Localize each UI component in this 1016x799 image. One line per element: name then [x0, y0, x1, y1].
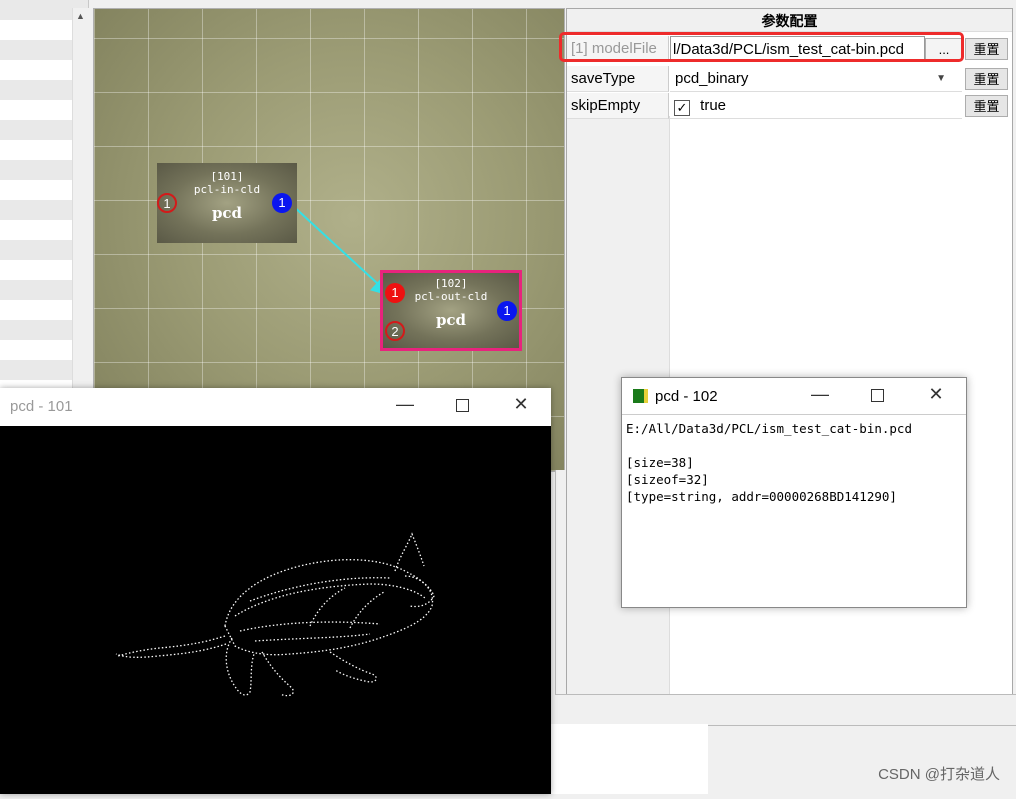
status-strip: [555, 694, 1016, 726]
maximize-icon[interactable]: [867, 386, 887, 405]
maximize-icon[interactable]: [452, 396, 472, 415]
reset-button[interactable]: 重置: [965, 68, 1008, 90]
cat-point-cloud: [115, 532, 435, 697]
info-line: [sizeof=32]: [626, 472, 709, 487]
minimize-icon[interactable]: —: [810, 384, 830, 405]
point-cloud-view[interactable]: [0, 426, 551, 794]
output-port[interactable]: 1: [272, 193, 292, 213]
reset-button[interactable]: 重置: [965, 38, 1008, 60]
divider: [622, 414, 966, 415]
node-101[interactable]: [101] pcl-in-cld pcd 1 1: [157, 163, 297, 243]
highlight-box: [559, 32, 964, 62]
param-row-savetype: saveType pcd_binary ▼ 重置: [567, 66, 1012, 92]
info-line: E:/All/Data3d/PCL/ism_test_cat-bin.pcd: [626, 421, 912, 436]
viewer-window[interactable]: pcd - 101 — ✕: [0, 388, 551, 794]
reset-button[interactable]: 重置: [965, 95, 1008, 117]
window-title: pcd - 102: [655, 388, 718, 405]
minimize-icon[interactable]: —: [395, 394, 415, 415]
close-icon[interactable]: ✕: [926, 384, 946, 405]
chevron-down-icon[interactable]: ▼: [936, 66, 946, 92]
output-port[interactable]: 1: [497, 301, 517, 321]
info-text: E:/All/Data3d/PCL/ism_test_cat-bin.pcd […: [626, 420, 912, 505]
skipempty-field: ✓ true: [670, 93, 962, 119]
node-102[interactable]: [102] pcl-out-cld pcd 1 2 1: [380, 270, 522, 351]
window-title: pcd - 101: [10, 398, 73, 415]
watermark: CSDN @打杂道人: [878, 766, 1000, 783]
blank-area: [551, 724, 708, 794]
savetype-select[interactable]: pcd_binary ▼: [670, 66, 962, 92]
input-port[interactable]: 2: [385, 321, 405, 341]
param-name: skipEmpty: [567, 93, 669, 119]
input-port[interactable]: 1: [385, 283, 405, 303]
checkbox[interactable]: ✓: [674, 100, 690, 116]
panel-title: 参数配置: [567, 9, 1012, 32]
param-row-skipempty: skipEmpty ✓ true 重置: [567, 93, 1012, 119]
info-window[interactable]: pcd - 102 — ✕ E:/All/Data3d/PCL/ism_test…: [621, 377, 967, 608]
list-scrollbar[interactable]: ▲: [72, 8, 89, 390]
select-value: pcd_binary: [675, 70, 749, 87]
param-name: saveType: [567, 66, 669, 92]
close-icon[interactable]: ✕: [511, 394, 531, 415]
scroll-up-icon[interactable]: ▲: [76, 11, 85, 21]
app-icon: [633, 389, 648, 403]
checkbox-label: true: [700, 97, 727, 114]
info-line: [626, 437, 912, 454]
input-port[interactable]: 1: [157, 193, 177, 213]
info-line: [size=38]: [626, 455, 694, 470]
connection-line: [291, 204, 392, 297]
info-line: [type=string, addr=00000268BD141290]: [626, 489, 897, 504]
node-id: [101]: [210, 170, 244, 183]
